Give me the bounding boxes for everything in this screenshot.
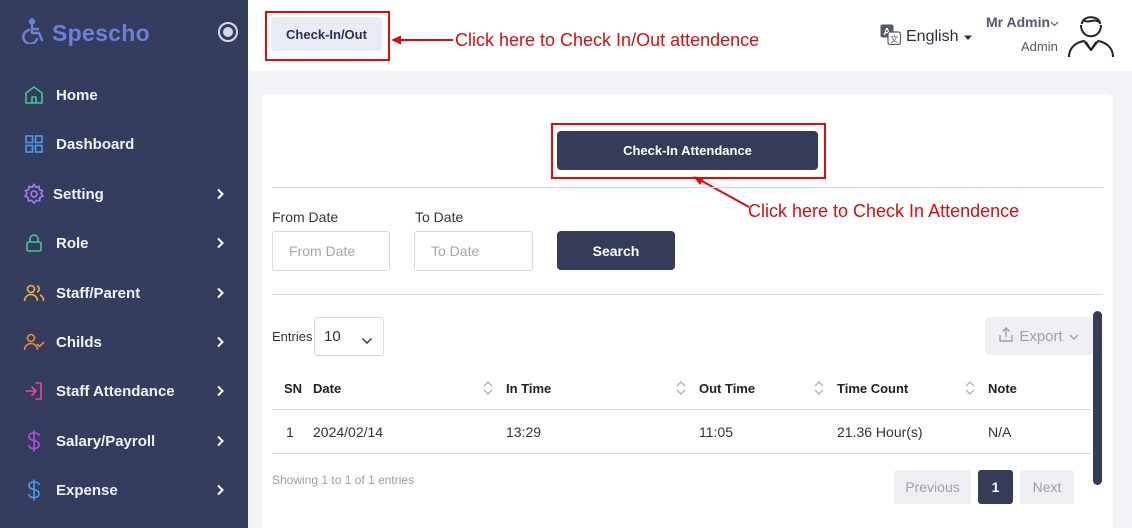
column-header-in-time[interactable]: In Time: [506, 381, 551, 396]
from-date-input[interactable]: [272, 231, 390, 271]
caret-down-icon: [963, 28, 973, 46]
sign-in-icon: [22, 379, 46, 403]
entries-value: 10: [324, 328, 341, 345]
upload-icon: [999, 326, 1014, 346]
chevron-right-icon: [212, 235, 228, 251]
user-name: Mr Admin: [986, 14, 1051, 30]
language-label: English: [906, 28, 959, 45]
sidebar-item-label: Home: [56, 86, 98, 104]
sidebar: Spescho Home Dashboard Setting Role Staf…: [0, 0, 248, 528]
column-header-out-time[interactable]: Out Time: [699, 381, 755, 396]
annotation-text: Click here to Check In Attendence: [748, 201, 1020, 221]
annotation-text: Click here to Check In/Out attendence: [455, 30, 760, 50]
home-icon: [22, 83, 46, 107]
sidebar-item-label: Childs: [56, 333, 102, 351]
sidebar-toggle-button[interactable]: [218, 22, 238, 42]
users-icon: [22, 281, 46, 305]
column-header-sn[interactable]: SN: [284, 381, 302, 396]
svg-text:文: 文: [890, 34, 898, 44]
wheelchair-icon: [22, 18, 48, 49]
chevron-right-icon: [212, 433, 228, 449]
entries-label: Entries: [272, 329, 313, 344]
dollar-icon: [22, 429, 46, 453]
sidebar-item-home[interactable]: Home: [0, 75, 248, 115]
lock-icon: [22, 231, 46, 255]
column-header-date[interactable]: Date: [313, 381, 341, 396]
user-role: Admin: [1021, 39, 1058, 54]
sidebar-item-expense[interactable]: Expense: [0, 470, 248, 510]
chevron-right-icon: [212, 334, 228, 350]
divider: [272, 187, 1103, 188]
sort-icon[interactable]: [964, 379, 976, 402]
export-label: Export: [1019, 327, 1063, 345]
sort-icon[interactable]: [675, 379, 687, 402]
translate-icon: A文: [880, 24, 902, 50]
pagination-page-button[interactable]: 1: [978, 470, 1013, 504]
dashboard-grid-icon: [22, 132, 46, 156]
cell-note: N/A: [988, 424, 1012, 440]
language-selector[interactable]: A文 English: [880, 24, 973, 50]
sort-icon[interactable]: [482, 379, 494, 402]
cell-sn: 1: [286, 424, 294, 440]
from-date-label: From Date: [272, 209, 339, 225]
brand-logo[interactable]: Spescho: [22, 18, 150, 49]
pagination-next-button[interactable]: Next: [1020, 470, 1074, 504]
table-info: Showing 1 to 1 of 1 entries: [272, 473, 415, 487]
sidebar-item-setting[interactable]: Setting: [0, 174, 248, 214]
avatar[interactable]: [1066, 10, 1116, 63]
search-button[interactable]: Search: [557, 231, 675, 270]
sidebar-item-childs[interactable]: Childs: [0, 322, 248, 362]
pagination-previous-button[interactable]: Previous: [894, 470, 971, 504]
cell-in-time: 13:29: [506, 424, 542, 440]
chevron-down-icon: [361, 332, 373, 349]
sidebar-item-label: Setting: [53, 185, 104, 203]
cell-time-count: 21.36 Hour(s): [837, 424, 923, 440]
user-check-icon: [22, 330, 46, 354]
cell-date: 2024/02/14: [313, 424, 384, 440]
check-in-attendance-button[interactable]: Check-In Attendance: [557, 131, 818, 170]
sidebar-item-label: Dashboard: [56, 135, 135, 153]
chevron-right-icon: [212, 285, 228, 301]
chevron-right-icon: [212, 186, 228, 202]
to-date-input[interactable]: [414, 231, 533, 271]
sidebar-item-label: Salary/Payroll: [56, 432, 156, 450]
sidebar-item-label: Staff Attendance: [56, 382, 175, 400]
column-header-time-count[interactable]: Time Count: [837, 381, 908, 396]
sidebar-item-salary-payroll[interactable]: Salary/Payroll: [0, 421, 248, 461]
divider: [272, 294, 1103, 295]
table-scrollbar[interactable]: [1093, 311, 1102, 485]
brand-name: Spescho: [52, 20, 150, 46]
sort-icon[interactable]: [813, 379, 825, 402]
sidebar-item-staff-attendance[interactable]: Staff Attendance: [0, 371, 248, 411]
column-header-note[interactable]: Note: [988, 381, 1017, 396]
gear-icon: [22, 182, 46, 206]
chevron-right-icon: [212, 482, 228, 498]
annotation-arrow: [391, 35, 453, 45]
sidebar-item-staff-parent[interactable]: Staff/Parent: [0, 273, 248, 313]
chevron-down-icon: [1050, 14, 1059, 30]
table-row-divider: [272, 409, 1091, 410]
dollar-icon: [22, 478, 46, 502]
user-menu[interactable]: Mr Admin: [986, 14, 1059, 30]
cell-out-time: 11:05: [699, 424, 733, 440]
check-in-out-button[interactable]: Check-In/Out: [271, 17, 382, 51]
chevron-down-icon: [1069, 328, 1079, 345]
sidebar-item-role[interactable]: Role: [0, 223, 248, 263]
to-date-label: To Date: [415, 209, 464, 225]
export-button[interactable]: Export: [985, 317, 1093, 355]
entries-select[interactable]: 10: [314, 317, 384, 356]
sidebar-item-label: Expense: [56, 481, 118, 499]
annotation-arrow: [693, 176, 750, 208]
sidebar-item-label: Role: [56, 234, 89, 252]
sidebar-item-label: Staff/Parent: [56, 284, 141, 302]
table-row-divider: [272, 453, 1091, 454]
chevron-right-icon: [212, 383, 228, 399]
sidebar-item-dashboard[interactable]: Dashboard: [0, 124, 248, 164]
